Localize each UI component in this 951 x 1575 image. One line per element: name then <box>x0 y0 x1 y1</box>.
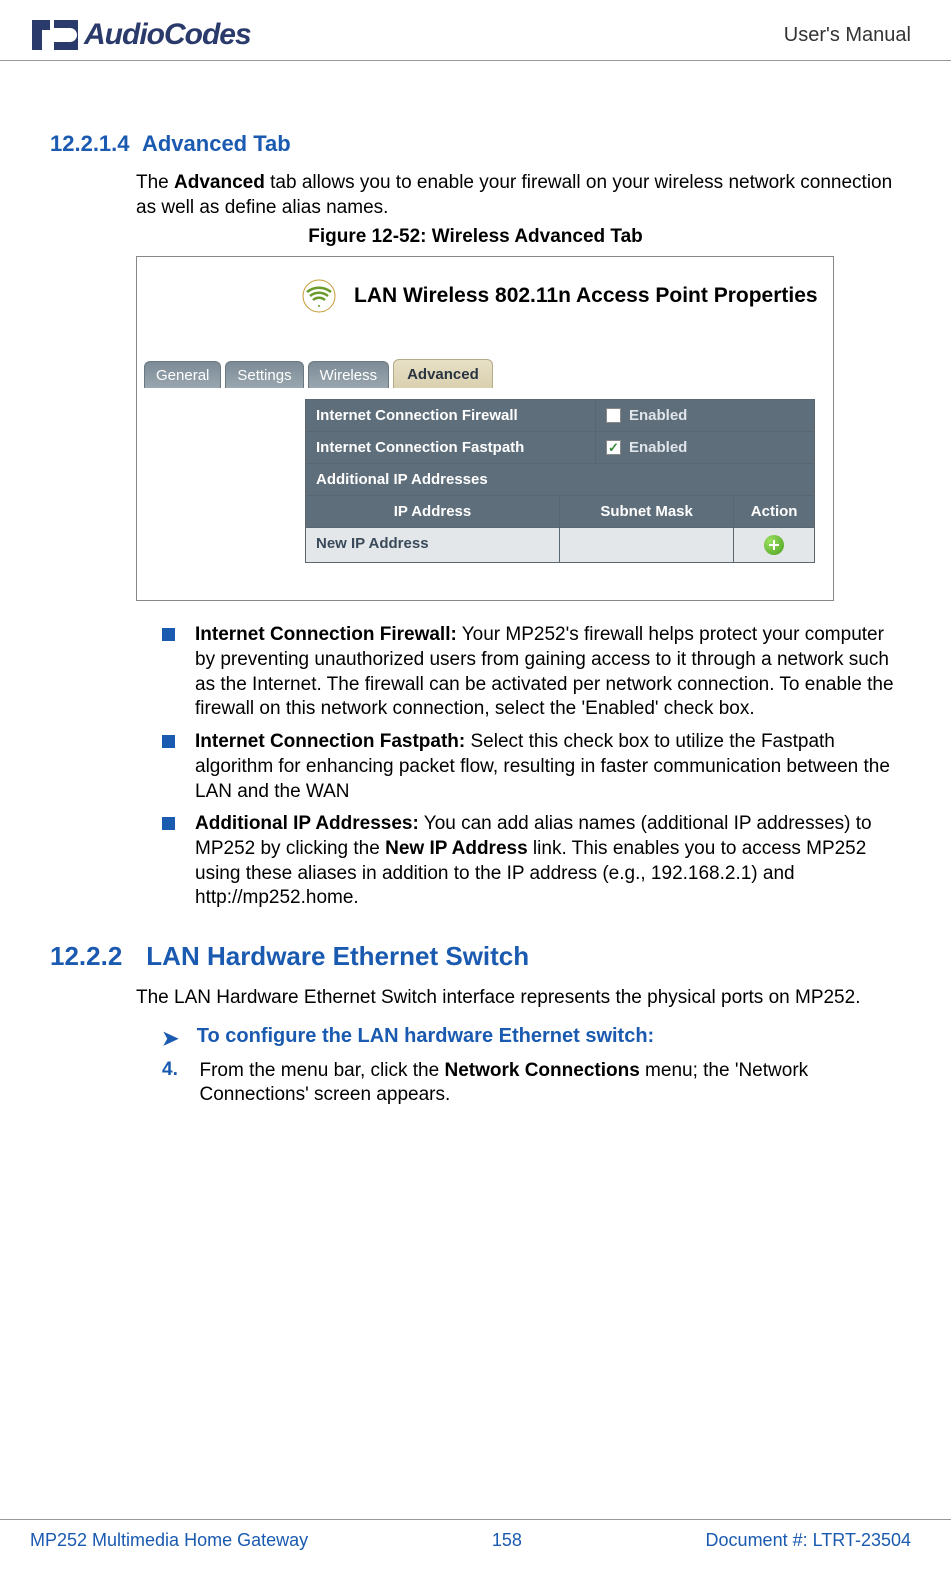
col-ip: IP Address <box>306 496 560 527</box>
row-firewall: Internet Connection Firewall Enabled <box>306 400 814 432</box>
bullet-icon <box>162 628 175 641</box>
bullet-icon <box>162 735 175 748</box>
logo-text: AudioCodes <box>84 18 251 52</box>
logo: AudioCodes <box>30 18 251 52</box>
bullet-list: Internet Connection Firewall: Your MP252… <box>162 623 901 911</box>
page-footer: MP252 Multimedia Home Gateway 158 Docume… <box>0 1519 951 1551</box>
bullet-bold2: New IP Address <box>385 838 528 859</box>
fastpath-checkbox[interactable]: ✓ <box>606 440 621 455</box>
properties-title-row: LAN Wireless 802.11n Access Point Proper… <box>302 279 818 313</box>
tab-wireless[interactable]: Wireless <box>308 361 390 388</box>
row-new-ip: New IP Address <box>306 528 814 562</box>
tab-settings[interactable]: Settings <box>225 361 303 388</box>
intro-bold: Advanced <box>174 172 265 193</box>
firewall-enabled-text: Enabled <box>629 407 687 424</box>
header-title: User's Manual <box>784 24 911 47</box>
row-fastpath: Internet Connection Fastpath ✓ Enabled <box>306 432 814 464</box>
intro-prefix: The <box>136 172 174 193</box>
col-mask: Subnet Mask <box>560 496 734 527</box>
page-header: AudioCodes User's Manual <box>0 0 951 61</box>
new-ip-mask <box>560 528 734 562</box>
audiocodes-logo-icon <box>30 18 78 52</box>
bullet-additional: Additional IP Addresses: You can add ali… <box>162 812 901 911</box>
firewall-checkbox[interactable] <box>606 408 621 423</box>
bullet-bold: Internet Connection Fastpath: <box>195 731 465 752</box>
arrow-icon: ➤ <box>162 1026 179 1051</box>
footer-right: Document #: LTRT-23504 <box>706 1530 911 1551</box>
fastpath-enabled-text: Enabled <box>629 439 687 456</box>
tab-general[interactable]: General <box>144 361 221 388</box>
new-ip-label[interactable]: New IP Address <box>306 528 560 562</box>
row-additional-header: Additional IP Addresses <box>306 464 814 496</box>
wifi-icon <box>302 279 336 313</box>
fastpath-label: Internet Connection Fastpath <box>306 432 596 463</box>
check-icon: ✓ <box>608 441 619 454</box>
bullet-icon <box>162 817 175 830</box>
properties-title: LAN Wireless 802.11n Access Point Proper… <box>354 284 818 308</box>
footer-center: 158 <box>492 1530 522 1551</box>
bullet-bold: Internet Connection Firewall: <box>195 624 457 645</box>
step-4: 4. From the menu bar, click the Network … <box>162 1059 901 1108</box>
procedure-heading: ➤ To configure the LAN hardware Ethernet… <box>162 1025 901 1051</box>
figure-caption: Figure 12-52: Wireless Advanced Tab <box>50 226 901 248</box>
bullet-firewall: Internet Connection Firewall: Your MP252… <box>162 623 901 722</box>
section-title: LAN Hardware Ethernet Switch <box>146 941 529 972</box>
section-number: 12.2.1.4 <box>50 131 130 156</box>
bullet-bold: Additional IP Addresses: <box>195 813 419 834</box>
tab-advanced[interactable]: Advanced <box>393 359 493 388</box>
additional-ip-header: Additional IP Addresses <box>306 464 814 495</box>
footer-left: MP252 Multimedia Home Gateway <box>30 1530 308 1551</box>
section-title: Advanced Tab <box>142 131 291 156</box>
row-columns: IP Address Subnet Mask Action <box>306 496 814 528</box>
procedure-text: To configure the LAN hardware Ethernet s… <box>197 1025 654 1051</box>
step-number: 4. <box>162 1059 181 1108</box>
properties-table: Internet Connection Firewall Enabled Int… <box>305 399 815 563</box>
col-action: Action <box>734 496 814 527</box>
bullet-fastpath: Internet Connection Fastpath: Select thi… <box>162 730 901 804</box>
new-ip-action <box>734 528 814 562</box>
step-before: From the menu bar, click the <box>199 1060 444 1081</box>
firewall-label: Internet Connection Firewall <box>306 400 596 431</box>
tabs-bar: General Settings Wireless Advanced <box>144 359 493 388</box>
h3-paragraph: The LAN Hardware Ethernet Switch interfa… <box>136 986 901 1011</box>
section-heading-lan-switch: 12.2.2 LAN Hardware Ethernet Switch <box>50 941 901 972</box>
step-bold: Network Connections <box>444 1060 639 1081</box>
firewall-value-cell: Enabled <box>596 400 814 431</box>
fastpath-value-cell: ✓ Enabled <box>596 432 814 463</box>
section-number: 12.2.2 <box>50 941 122 972</box>
intro-paragraph: The Advanced tab allows you to enable yo… <box>136 171 901 220</box>
figure-screenshot: LAN Wireless 802.11n Access Point Proper… <box>136 256 834 601</box>
section-heading-advanced-tab: 12.2.1.4 Advanced Tab <box>50 131 901 157</box>
add-icon[interactable] <box>764 535 784 555</box>
